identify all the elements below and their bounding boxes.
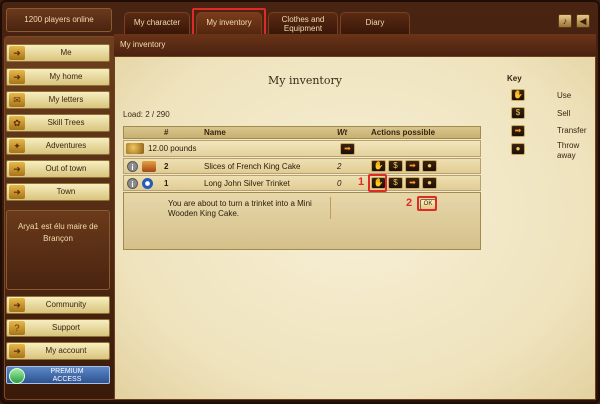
throw-away-button[interactable]: ● [422, 160, 437, 172]
transfer-money-button[interactable]: ➡ [340, 143, 355, 155]
item-weight: 0 [337, 179, 342, 188]
breadcrumb: My inventory [120, 40, 166, 49]
sidebar-item-adventures[interactable]: ✦ Adventures [6, 137, 110, 155]
item-weight: 2 [337, 162, 342, 171]
arrow-icon: ➜ [9, 162, 25, 176]
sidebar-item-me[interactable]: ➜ Me [6, 44, 110, 62]
sidebar-item-label: Community [45, 300, 87, 309]
sidebar-item-label: Me [60, 48, 72, 57]
arrow-icon: ➜ [9, 185, 25, 199]
use-icon: ✋ [511, 89, 525, 101]
confirm-message: You are about to turn a trinket into a M… [168, 199, 312, 218]
sidebar-item-support[interactable]: ? Support [6, 319, 110, 337]
key-transfer-label: Transfer [557, 126, 587, 135]
sidebar-item-label: Support [51, 323, 81, 332]
pounds-amount: 12.00 pounds [148, 144, 197, 153]
tab-my-character[interactable]: My character [124, 12, 190, 34]
dialog-divider [330, 197, 331, 219]
tab-label: My character [133, 18, 181, 27]
town-news-text: Arya1 est élu maire de Brançon [6, 210, 110, 290]
breadcrumb-bar: My inventory [114, 34, 596, 57]
sidebar-item-label: My home [49, 72, 83, 81]
sidebar-item-my-home[interactable]: ➜ My home [6, 68, 110, 86]
sell-icon: $ [511, 107, 525, 119]
item-name: Slices of French King Cake [204, 162, 301, 171]
king-cake-icon [142, 161, 156, 172]
col-wt: Wt [337, 128, 348, 137]
key-sell-label: Sell [557, 109, 571, 118]
inventory-panel: My inventory Load: 2 / 290 # Name Wt Act… [114, 56, 596, 400]
gem-icon [9, 368, 25, 384]
music-note-icon[interactable]: ♪ [558, 14, 572, 28]
sidebar-item-label: Town [56, 187, 76, 196]
transfer-button[interactable]: ➡ [405, 177, 420, 189]
arrow-icon: ➜ [9, 70, 25, 84]
table-header: # Name Wt Actions possible [123, 126, 481, 139]
transfer-button[interactable]: ➡ [405, 160, 420, 172]
tab-label: Diary [365, 18, 385, 27]
item-name: Long John Silver Trinket [204, 179, 290, 188]
tab-diary[interactable]: Diary [340, 12, 410, 34]
players-online-label: 1200 players online [6, 8, 112, 32]
item-count: 1 [164, 179, 169, 188]
question-icon: ? [9, 321, 25, 335]
sidebar-item-skill-trees[interactable]: ✿ Skill Trees [6, 114, 110, 132]
adventures-icon: ✦ [9, 139, 25, 153]
skill-tree-icon: ✿ [9, 116, 25, 130]
key-use-label: Use [557, 91, 572, 100]
trinket-icon [142, 178, 153, 189]
sidebar-item-label: Adventures [45, 141, 87, 150]
info-icon[interactable]: i [127, 178, 138, 189]
sidebar-item-town[interactable]: ➜ Town [6, 183, 110, 201]
table-row: i 1 Long John Silver Trinket 0 ✋ $ ➡ ● [123, 175, 481, 191]
highlight-box-ok-button [417, 196, 437, 211]
item-count: 2 [164, 162, 169, 171]
arrow-icon: ➜ [9, 344, 25, 358]
speaker-icon[interactable]: ◀ [576, 14, 590, 28]
table-row: i 2 Slices of French King Cake 2 ✋ $ ➡ ● [123, 158, 481, 174]
page-title: My inventory [268, 74, 342, 87]
key-title: Key [507, 74, 522, 83]
sidebar-item-community[interactable]: ➜ Community [6, 296, 110, 314]
letters-icon: ✉ [9, 93, 25, 107]
highlight-box-use-button [368, 174, 387, 192]
tab-clothes-and-equipment[interactable]: Clothes and Equipment [268, 12, 338, 34]
step-marker-1: 1 [358, 176, 365, 188]
tab-label: Clothes and Equipment [281, 15, 325, 33]
arrow-icon: ➜ [9, 46, 25, 60]
sidebar-item-label: Skill Trees [47, 118, 85, 127]
sidebar-item-my-account[interactable]: ➜ My account [6, 342, 110, 360]
sidebar-item-label: Out of town [45, 164, 87, 173]
transfer-icon: ➡ [511, 125, 525, 137]
step-marker-2: 2 [406, 197, 413, 209]
col-num: # [164, 128, 169, 137]
key-throw-away-label: Throw away [557, 141, 580, 160]
sidebar-item-label: My letters [48, 95, 84, 104]
sidebar-item-label: My account [45, 346, 87, 355]
throw-away-icon: ● [511, 143, 525, 155]
info-icon[interactable]: i [127, 161, 138, 172]
sell-button[interactable]: $ [388, 160, 403, 172]
load-indicator: Load: 2 / 290 [123, 110, 170, 119]
col-name: Name [204, 128, 226, 137]
table-row-pounds: 12.00 pounds ➡ [123, 140, 481, 157]
premium-access-button[interactable]: PREMIUM ACCESS [6, 366, 110, 384]
sidebar-item-out-of-town[interactable]: ➜ Out of town [6, 160, 110, 178]
premium-label: PREMIUM ACCESS [50, 368, 84, 383]
coins-icon [126, 143, 144, 154]
sidebar-item-my-letters[interactable]: ✉ My letters [6, 91, 110, 109]
col-actions: Actions possible [371, 128, 436, 137]
use-button[interactable]: ✋ [371, 160, 386, 172]
throw-away-button[interactable]: ● [422, 177, 437, 189]
arrow-icon: ➜ [9, 298, 25, 312]
sell-button[interactable]: $ [388, 177, 403, 189]
